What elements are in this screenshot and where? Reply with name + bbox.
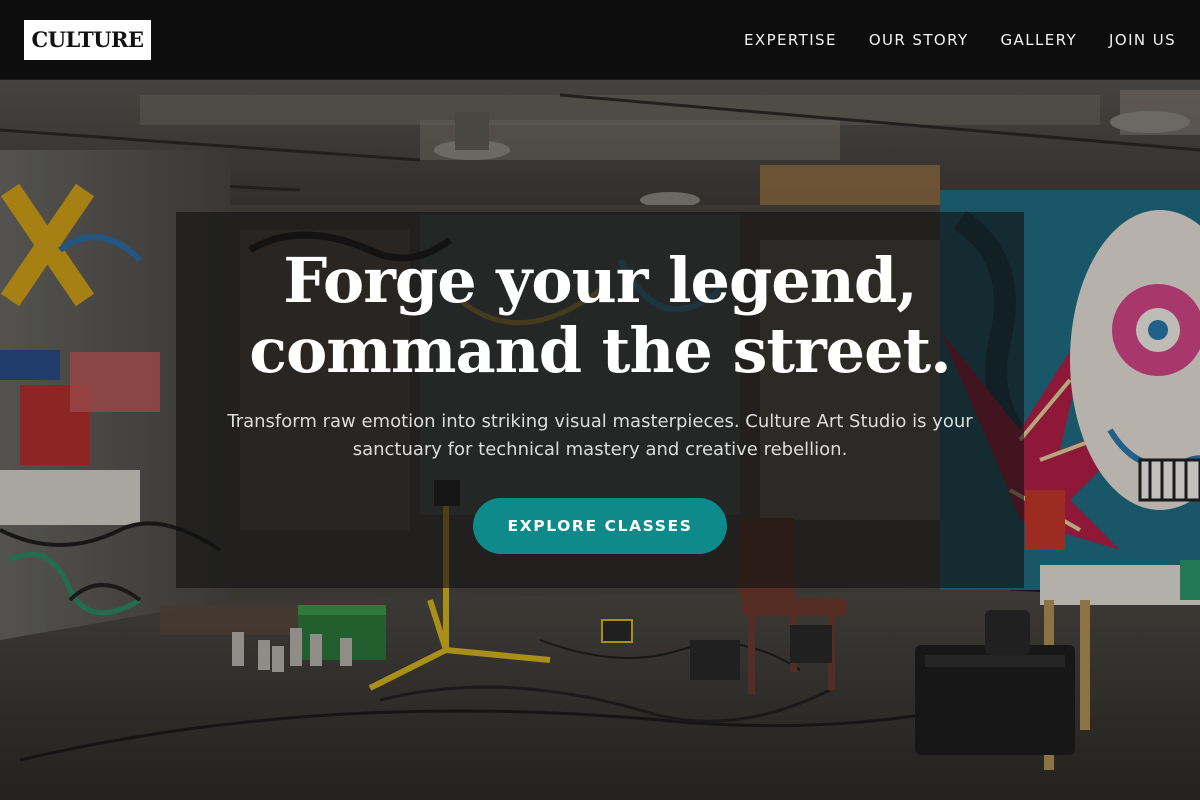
hero-subtitle: Transform raw emotion into striking visu… [227, 411, 973, 460]
nav-link-join-us[interactable]: JOIN US [1109, 31, 1176, 49]
site-header: CULTURE EXPERTISE OUR STORY GALLERY JOIN… [0, 0, 1200, 80]
hero-title-line-1: Forge your legend, [283, 244, 918, 317]
nav-link-our-story[interactable]: OUR STORY [869, 31, 969, 49]
main-nav: EXPERTISE OUR STORY GALLERY JOIN US [744, 31, 1176, 49]
explore-classes-button[interactable]: EXPLORE CLASSES [473, 498, 727, 554]
logo-home-link[interactable]: CULTURE [24, 19, 151, 60]
hero-title-line-2: command the street. [249, 314, 952, 387]
hero-title: Forge your legend, command the street. [249, 244, 952, 387]
hero-panel: Forge your legend, command the street. T… [176, 212, 1024, 588]
nav-link-gallery[interactable]: GALLERY [1001, 31, 1078, 49]
nav-link-expertise[interactable]: EXPERTISE [744, 31, 837, 49]
